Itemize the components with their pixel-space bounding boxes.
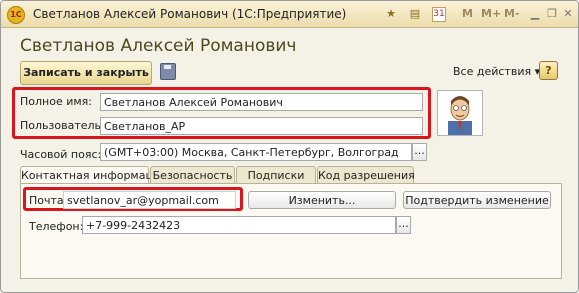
change-email-button[interactable]: Изменить... bbox=[248, 191, 396, 209]
phone-field[interactable]: +7-999-2432423 bbox=[82, 216, 396, 234]
contact-info-panel: Почта: svetlanov_ar@yopmail.com Изменить… bbox=[20, 183, 562, 279]
tab-subscriptions[interactable]: Подписки bbox=[236, 166, 316, 184]
app-window: 1С Светланов Алексей Романович (1С:Предп… bbox=[0, 0, 579, 293]
person-cartoon-icon bbox=[448, 96, 472, 135]
tab-permission-code[interactable]: Код разрешения bbox=[317, 166, 415, 184]
save-disk-icon[interactable] bbox=[160, 63, 176, 80]
timezone-field[interactable]: (GMT+03:00) Москва, Санкт-Петербург, Вол… bbox=[100, 143, 412, 161]
phone-select-button[interactable]: ... bbox=[396, 216, 411, 234]
user-label: Пользователь: bbox=[20, 119, 105, 132]
user-field[interactable]: Светланов_АР bbox=[100, 117, 423, 135]
email-field[interactable]: svetlanov_ar@yopmail.com bbox=[63, 191, 236, 209]
confirm-change-button[interactable]: Подтвердить изменение bbox=[403, 191, 551, 209]
minimize-icon[interactable]: ▁ bbox=[527, 6, 543, 22]
phone-label: Телефон: bbox=[29, 220, 84, 233]
title-bar: 1С Светланов Алексей Романович (1С:Предп… bbox=[1, 1, 578, 28]
memory-m-button[interactable]: M bbox=[462, 7, 473, 20]
help-icon[interactable]: ? bbox=[539, 61, 558, 80]
user-avatar bbox=[437, 90, 483, 136]
star-icon[interactable]: ★ bbox=[383, 6, 399, 22]
timezone-label: Часовой пояс: bbox=[20, 148, 102, 161]
page-title: Светланов Алексей Романович bbox=[20, 36, 297, 56]
tab-security[interactable]: Безопасность bbox=[150, 166, 235, 184]
all-actions-menu[interactable]: Все действия ▾ bbox=[453, 65, 540, 78]
app-logo-icon[interactable]: 1С bbox=[7, 6, 25, 24]
full-name-label: Полное имя: bbox=[20, 95, 92, 108]
memory-plus-button[interactable]: M+ bbox=[481, 7, 501, 20]
full-name-field[interactable]: Светланов Алексей Романович bbox=[100, 93, 423, 111]
calendar-icon[interactable]: 31 bbox=[432, 7, 446, 22]
memory-minus-button[interactable]: M- bbox=[504, 7, 520, 20]
timezone-select-button[interactable]: ... bbox=[412, 143, 427, 161]
email-label: Почта: bbox=[29, 194, 68, 207]
close-icon[interactable]: ✕ bbox=[560, 6, 576, 22]
restore-icon[interactable]: ❐ bbox=[544, 6, 560, 22]
notes-icon[interactable]: ▤ bbox=[407, 6, 423, 22]
window-title: Светланов Алексей Романович (1С:Предприя… bbox=[33, 7, 347, 21]
save-and-close-button[interactable]: Записать и закрыть bbox=[20, 61, 152, 85]
